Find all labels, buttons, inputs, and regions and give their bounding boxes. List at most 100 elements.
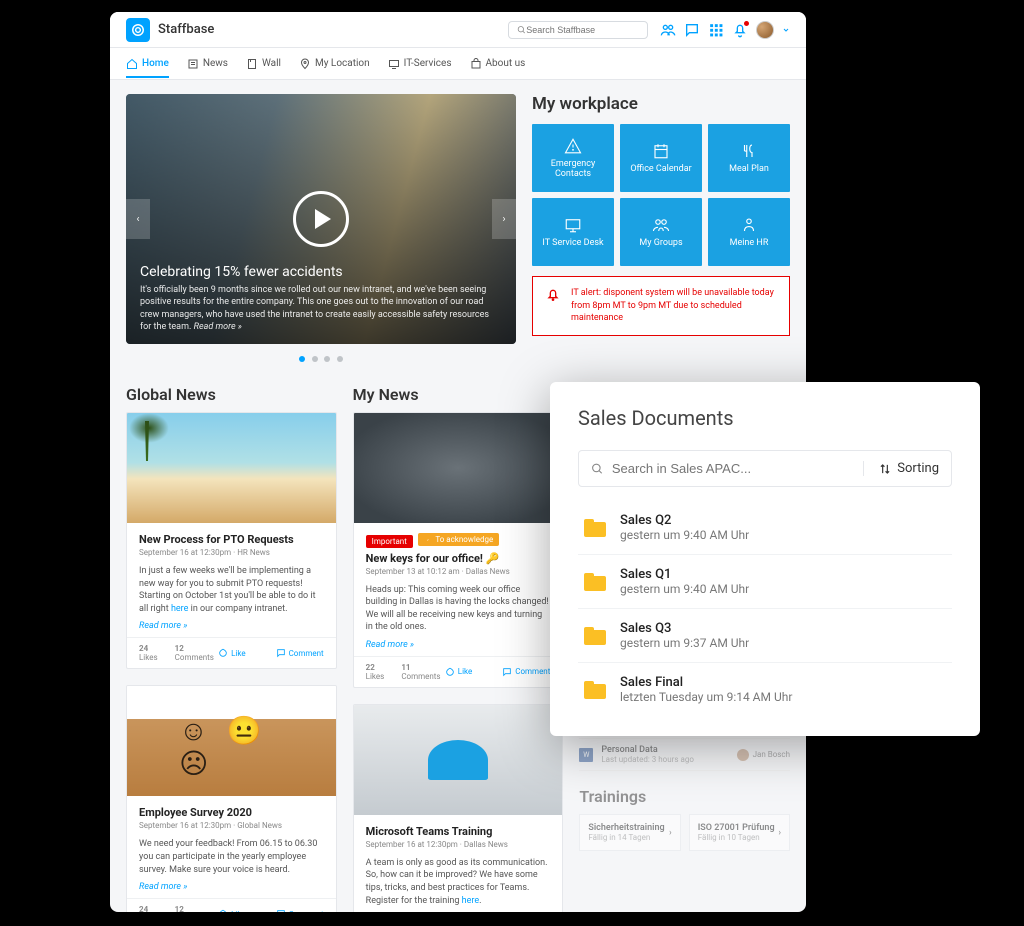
- topbar: Staffbase: [110, 12, 806, 48]
- card-meta: September 16 at 12:30pm · Dallas News: [366, 840, 551, 849]
- folder-icon: [584, 627, 606, 645]
- card-pto[interactable]: New Process for PTO Requests September 1…: [126, 412, 337, 669]
- trainings-title: Trainings: [579, 787, 790, 806]
- like-button[interactable]: Like: [218, 648, 245, 658]
- my-news-title: My News: [353, 385, 564, 404]
- nav-location[interactable]: My Location: [299, 50, 370, 78]
- training-card[interactable]: ISO 27001 PrüfungFällig in 10 Tagen›: [689, 814, 790, 851]
- tile-meal[interactable]: Meal Plan: [708, 124, 790, 192]
- chat-icon[interactable]: [684, 22, 700, 38]
- dot[interactable]: [299, 356, 305, 362]
- it-alert: IT alert: disponent system will be unava…: [532, 276, 790, 336]
- card-title: Microsoft Teams Training: [366, 825, 551, 838]
- workplace-widget: My workplace Emergency Contacts Office C…: [532, 94, 790, 365]
- tile-emergency[interactable]: Emergency Contacts: [532, 124, 614, 192]
- comment-button[interactable]: Comment: [276, 909, 324, 912]
- dot[interactable]: [312, 356, 318, 362]
- tile-it[interactable]: IT Service Desk: [532, 198, 614, 266]
- chevron-right-icon: ›: [778, 828, 781, 838]
- tile-hr[interactable]: Meine HR: [708, 198, 790, 266]
- nav-about[interactable]: About us: [470, 50, 526, 78]
- readmore[interactable]: Read more »: [139, 882, 324, 892]
- like-button[interactable]: Like: [445, 667, 472, 677]
- logo-icon: [126, 18, 150, 42]
- folder-icon: [584, 573, 606, 591]
- dot[interactable]: [337, 356, 343, 362]
- nav-home[interactable]: Home: [126, 50, 169, 78]
- comment-button[interactable]: Comment: [276, 648, 324, 658]
- sort-button[interactable]: Sorting: [863, 461, 939, 476]
- nav-wall[interactable]: Wall: [246, 50, 281, 78]
- card-text: We need your feedback! From 06.15 to 06.…: [139, 838, 324, 876]
- card-meta: September 13 at 10:12 am · Dallas News: [366, 567, 551, 576]
- card-title: New Process for PTO Requests: [139, 533, 324, 546]
- training-card[interactable]: SicherheitstrainingFällig in 14 Tagen›: [579, 814, 680, 851]
- people-icon[interactable]: [660, 22, 676, 38]
- carousel-dots: [126, 354, 516, 365]
- folder-icon: [584, 681, 606, 699]
- card-text: In just a few weeks we'll be implementin…: [139, 565, 324, 615]
- word-icon: W: [579, 748, 593, 762]
- avatar[interactable]: [756, 21, 774, 39]
- card-title: New keys for our office! 🔑: [366, 552, 551, 565]
- link[interactable]: here: [462, 896, 479, 906]
- folder-icon: [584, 519, 606, 537]
- readmore[interactable]: Read more »: [139, 621, 324, 631]
- top-icons: [660, 21, 790, 39]
- card-image: [354, 413, 563, 523]
- card-meta: September 16 at 12:30pm · Global News: [139, 821, 324, 830]
- alert-text: IT alert: disponent system will be unava…: [571, 287, 777, 325]
- hero-carousel[interactable]: ‹ › Celebrating 15% fewer accidents It's…: [126, 94, 516, 344]
- search-input[interactable]: [526, 25, 639, 35]
- nav-news[interactable]: News: [187, 50, 228, 78]
- bell-icon[interactable]: [732, 22, 748, 38]
- comment-button[interactable]: Comment: [502, 667, 550, 677]
- readmore[interactable]: Read more »: [366, 640, 551, 650]
- folder-item[interactable]: Sales Q3gestern um 9:37 AM Uhr: [578, 609, 952, 663]
- folder-item[interactable]: Sales Q2gestern um 9:40 AM Uhr: [578, 501, 952, 555]
- carousel-prev[interactable]: ‹: [126, 199, 150, 239]
- card-meta: September 16 at 12:30pm · HR News: [139, 548, 324, 557]
- hero-readmore[interactable]: Read more »: [194, 322, 242, 332]
- card-teams[interactable]: Microsoft Teams Training September 16 at…: [353, 704, 564, 912]
- global-news-col: Global News New Process for PTO Requests…: [126, 385, 337, 912]
- folder-item[interactable]: Sales Q1gestern um 9:40 AM Uhr: [578, 555, 952, 609]
- hero-desc: It's officially been 9 months since we r…: [140, 284, 502, 334]
- panel-title: Sales Documents: [578, 406, 952, 430]
- like-button[interactable]: Like: [218, 909, 245, 912]
- tile-calendar[interactable]: Office Calendar: [620, 124, 702, 192]
- link[interactable]: here: [171, 604, 188, 614]
- my-news-col: My News Important To acknowledge New key…: [353, 385, 564, 912]
- chevron-right-icon: ›: [669, 828, 672, 838]
- hero-caption: Celebrating 15% fewer accidents It's off…: [140, 264, 502, 334]
- card-image: [354, 705, 563, 815]
- folder-list: Sales Q2gestern um 9:40 AM Uhr Sales Q1g…: [578, 501, 952, 716]
- doc-item[interactable]: WPersonal DataLast updated: 3 hours agoJ…: [579, 739, 790, 771]
- tag-important: Important: [366, 535, 413, 548]
- play-icon[interactable]: [293, 191, 349, 247]
- card-text: A team is only as good as its communicat…: [366, 857, 551, 907]
- chevron-down-icon[interactable]: [782, 26, 790, 34]
- main-nav: Home News Wall My Location IT-Services A…: [110, 48, 806, 80]
- apps-icon[interactable]: [708, 22, 724, 38]
- carousel-next[interactable]: ›: [492, 199, 516, 239]
- trainings-widget: Trainings SicherheitstrainingFällig in 1…: [579, 787, 790, 851]
- sales-documents-panel: Sales Documents Sorting Sales Q2gestern …: [550, 382, 980, 736]
- panel-toolbar: Sorting: [578, 450, 952, 487]
- global-search[interactable]: [508, 21, 648, 39]
- panel-search-input[interactable]: [612, 461, 847, 476]
- tag-acknowledge[interactable]: To acknowledge: [418, 533, 499, 546]
- hero-title: Celebrating 15% fewer accidents: [140, 264, 502, 280]
- card-image: [127, 413, 336, 523]
- search-icon: [591, 462, 604, 476]
- panel-search[interactable]: [591, 461, 847, 476]
- card-text: Heads up: This coming week our office bu…: [366, 584, 551, 634]
- nav-it[interactable]: IT-Services: [388, 50, 452, 78]
- folder-item[interactable]: Sales Finalletzten Tuesday um 9:14 AM Uh…: [578, 663, 952, 716]
- dot[interactable]: [324, 356, 330, 362]
- card-survey[interactable]: Employee Survey 2020 September 16 at 12:…: [126, 685, 337, 912]
- card-image: [127, 686, 336, 796]
- workplace-title: My workplace: [532, 94, 790, 114]
- tile-groups[interactable]: My Groups: [620, 198, 702, 266]
- card-keys[interactable]: Important To acknowledge New keys for ou…: [353, 412, 564, 688]
